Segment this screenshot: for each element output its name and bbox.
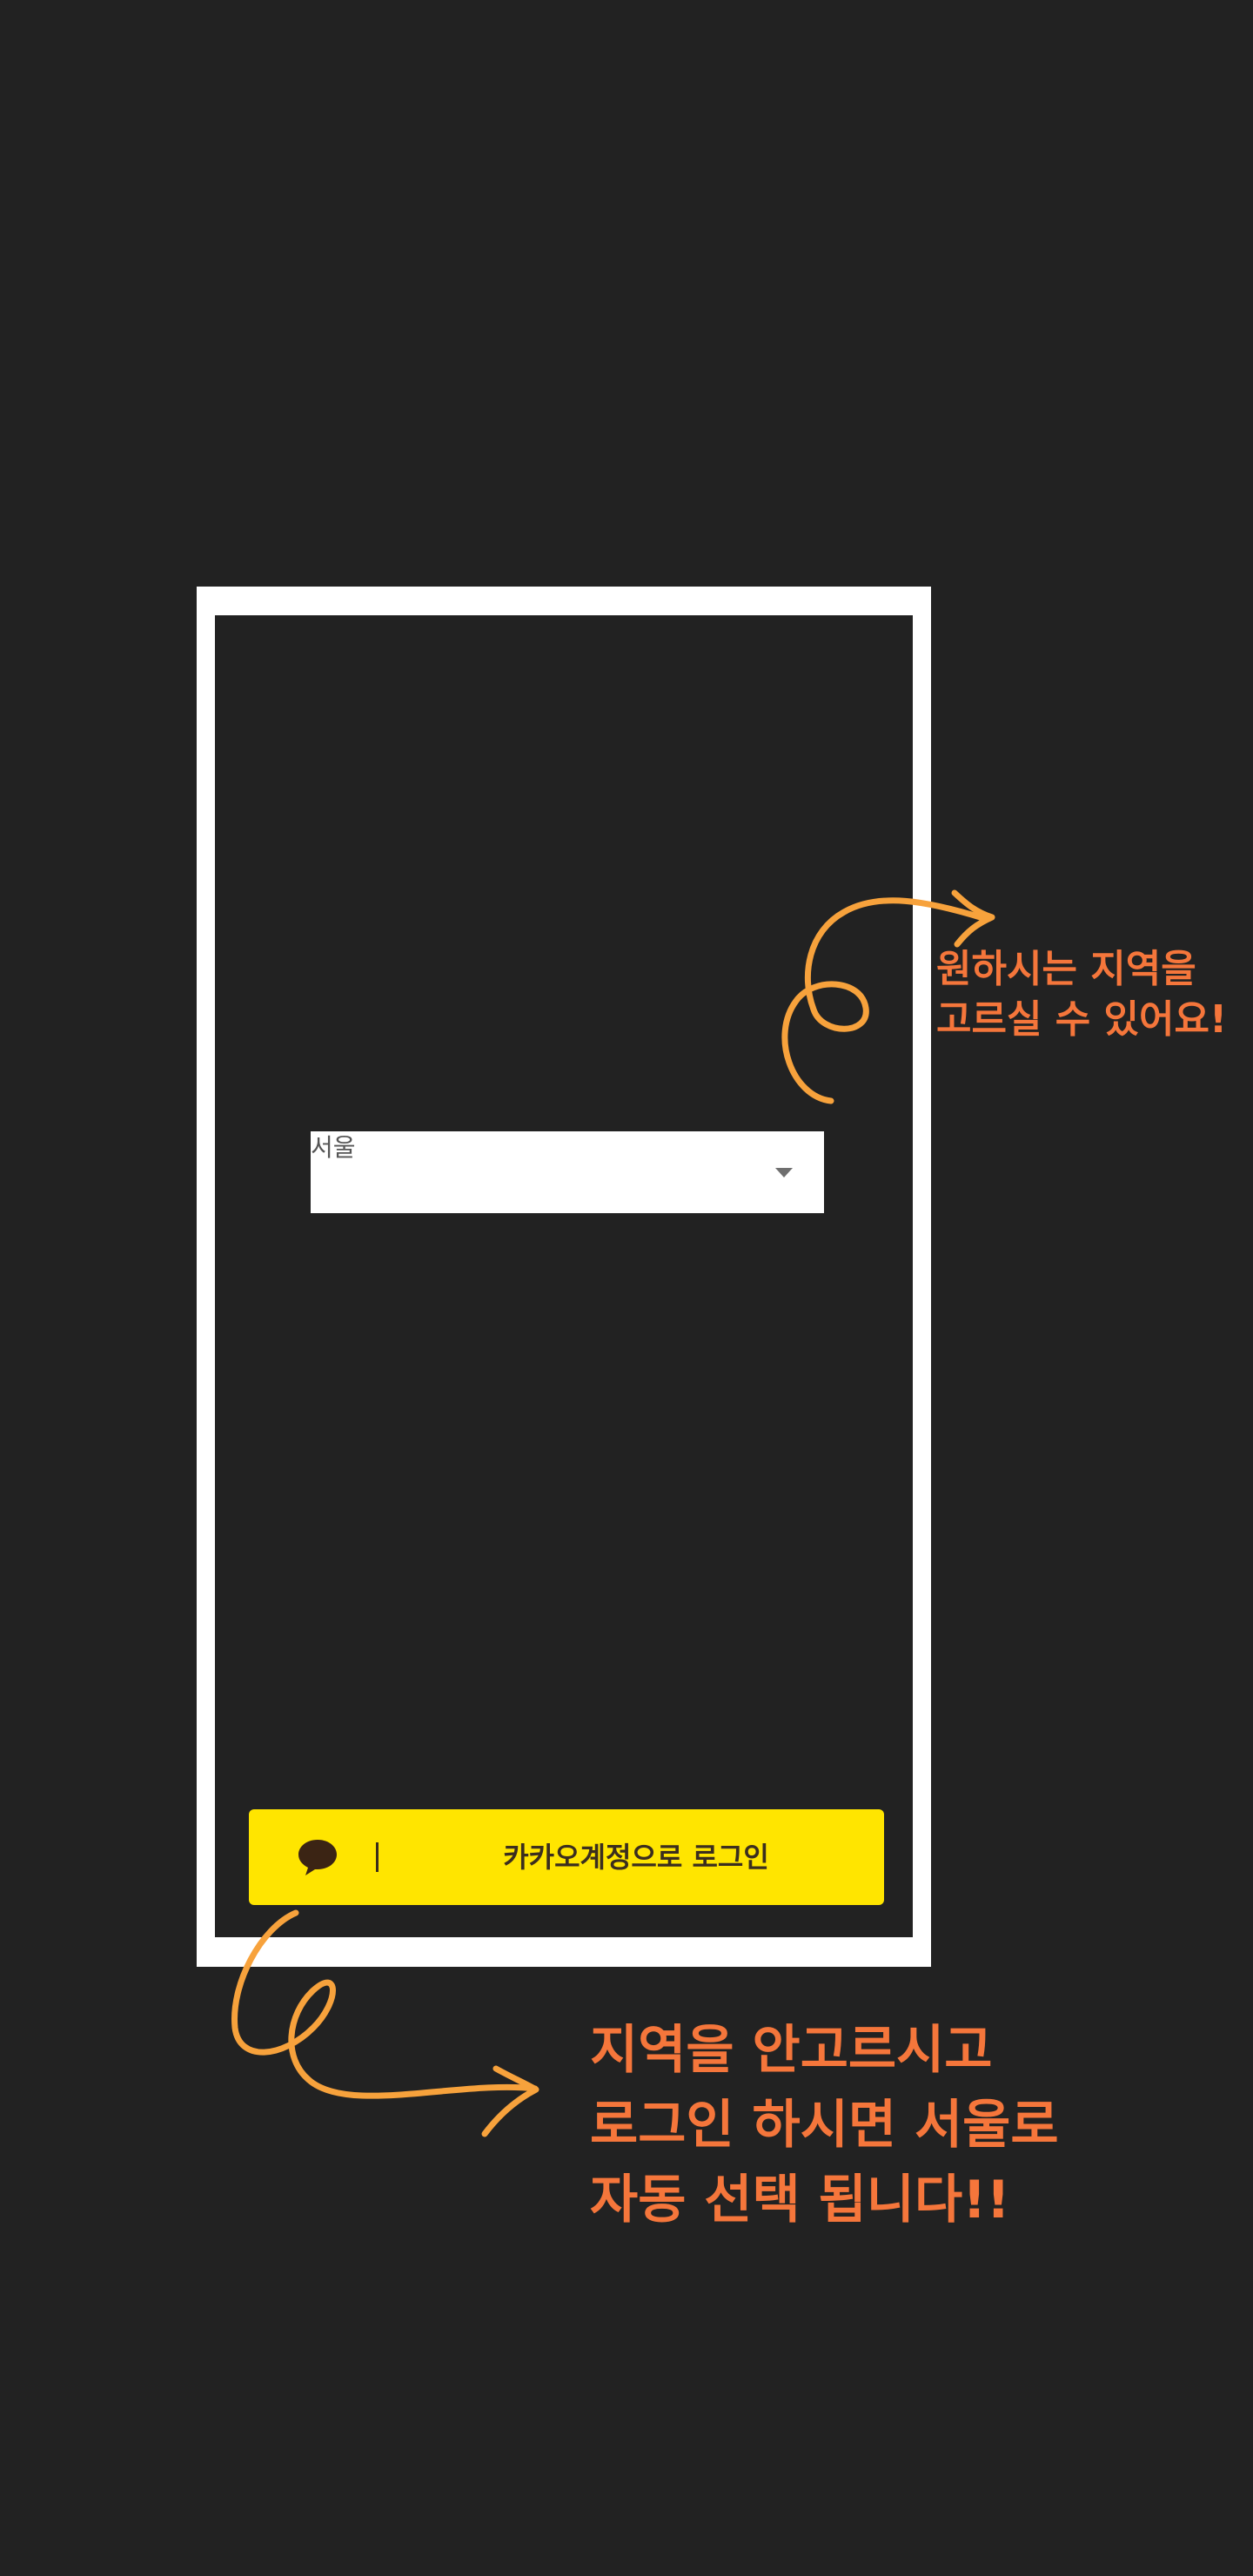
annotation-region-hint-line2: 고르실 수 있어요!	[936, 997, 1228, 1042]
region-select[interactable]: 서울	[311, 1131, 824, 1213]
annotation-default-seoul-hint-line2: 로그인 하시면 서울로	[590, 2095, 1059, 2156]
annotation-default-seoul-hint-line1: 지역을 안고르시고	[590, 2020, 993, 2081]
annotation-default-seoul-hint: 지역을 안고르시고 로그인 하시면 서울로 자동 선택 됩니다!!	[590, 2013, 1059, 2237]
caret-down-icon[interactable]	[775, 1168, 793, 1177]
app-screen: 서울 카카오계정으로 로그인	[215, 615, 913, 1937]
curly-arrow-bottom-icon	[231, 1909, 539, 2137]
phone-frame: 서울 카카오계정으로 로그인	[197, 587, 931, 1967]
button-divider	[376, 1842, 379, 1872]
kakao-speech-bubble-icon	[298, 1840, 337, 1875]
annotation-region-hint: 원하시는 지역을 고르실 수 있어요!	[936, 944, 1227, 1045]
annotation-default-seoul-hint-line3: 자동 선택 됩니다!!	[590, 2170, 1010, 2231]
kakao-login-button[interactable]: 카카오계정으로 로그인	[249, 1809, 884, 1905]
region-select-value: 서울	[311, 1133, 356, 1162]
annotation-region-hint-line1: 원하시는 지역을	[936, 947, 1196, 991]
kakao-login-label: 카카오계정으로 로그인	[503, 1841, 769, 1874]
